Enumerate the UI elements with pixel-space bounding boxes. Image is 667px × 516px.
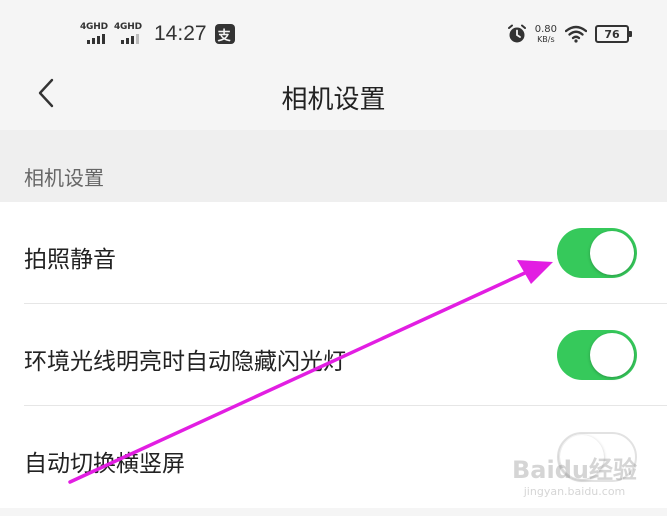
speed-unit: KB/s [537, 35, 555, 44]
signal-icon: 4GHD [80, 22, 110, 46]
network-type-label-2: 4GHD [114, 22, 142, 32]
network-speed: 0.80 KB/s [535, 24, 557, 44]
navigation-bar: 相机设置 [0, 66, 667, 130]
setting-row-shutter-mute[interactable]: 拍照静音 [0, 202, 667, 304]
battery-level: 76 [604, 27, 620, 41]
watermark-sub: jingyan.baidu.com [523, 485, 626, 498]
alipay-icon [214, 24, 235, 44]
alarm-icon [507, 24, 526, 43]
speed-value: 0.80 [534, 24, 557, 35]
section-title: 相机设置 [24, 166, 104, 190]
network-type-label: 4GHD [80, 22, 108, 32]
wifi-icon [565, 25, 587, 43]
shutter-mute-toggle[interactable] [557, 228, 637, 278]
watermark: Baidu经验 jingyan.baidu.com [512, 450, 637, 498]
auto-hide-flash-toggle[interactable] [557, 330, 637, 380]
setting-label: 环境光线明亮时自动隐藏闪光灯 [24, 349, 346, 375]
setting-row-auto-hide-flash[interactable]: 环境光线明亮时自动隐藏闪光灯 [0, 304, 667, 406]
status-bar: 4GHD 4GHD 14:27 0.80 KB/s 76 [0, 0, 667, 66]
watermark-main: Baidu经验 [512, 456, 637, 484]
setting-label: 拍照静音 [24, 247, 116, 273]
status-right: 0.80 KB/s 76 [507, 20, 632, 48]
battery-icon: 76 [595, 25, 632, 43]
section-header: 相机设置 [0, 130, 667, 202]
clock: 14:27 [154, 22, 207, 45]
page-title: 相机设置 [281, 85, 386, 115]
setting-label: 自动切换横竖屏 [24, 451, 185, 477]
bottom-spacer [0, 508, 667, 516]
status-left: 4GHD 4GHD 14:27 [80, 20, 235, 48]
signal-icon-2: 4GHD [114, 22, 144, 46]
